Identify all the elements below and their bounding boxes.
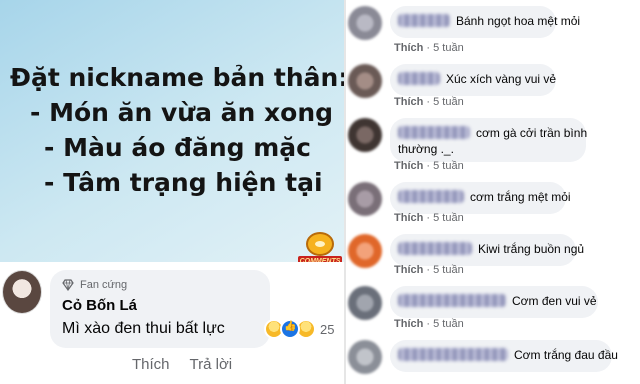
comment-text: Kiwi trắng buồn ngủ	[478, 242, 585, 256]
comment-meta: Thích · 5 tuần	[394, 264, 464, 276]
avatar[interactable]	[348, 286, 382, 320]
prompt-card: Đặt nickname bản thân: - Món ăn vừa ăn x…	[0, 0, 344, 268]
prompt-line-food: - Món ăn vừa ăn xong	[30, 98, 334, 127]
like-link[interactable]: Thích	[394, 212, 423, 224]
timestamp: 5 tuần	[433, 96, 464, 108]
comment-bubble: Bánh ngọt hoa mệt mỏi	[390, 6, 580, 38]
comment-list: Bánh ngọt hoa mệt mỏi Thích · 5 tuần Xúc…	[346, 0, 640, 384]
prompt-title: Đặt nickname bản thân:	[10, 63, 344, 92]
comment-meta: Thích · 5 tuần	[394, 212, 464, 224]
blurred-name	[398, 294, 506, 307]
blurred-name	[398, 190, 464, 203]
avatar[interactable]	[348, 64, 382, 98]
blurred-name	[398, 242, 472, 255]
reaction-count: 25	[320, 321, 335, 337]
comment-bubble: Xúc xích vàng vui vẻ	[390, 64, 556, 96]
comment-text: Cơm trắng đau đầu	[514, 348, 618, 362]
commenter-name[interactable]: Cỏ Bốn Lá	[62, 297, 137, 314]
comment-meta: Thích · 5 tuần	[394, 160, 464, 172]
reply-button[interactable]: Trả lời	[190, 356, 233, 373]
reactions[interactable]: 25	[264, 318, 334, 340]
blurred-name	[398, 14, 450, 27]
like-link[interactable]: Thích	[394, 42, 423, 54]
list-item: Cơm đen vui vẻ Thích · 5 tuần	[346, 284, 640, 342]
like-link[interactable]: Thích	[394, 96, 423, 108]
fan-badge: Fan cứng	[62, 278, 127, 292]
like-link[interactable]: Thích	[394, 264, 423, 276]
list-item: cơm gà cởi trần bình thường ._. Thích · …	[346, 116, 640, 174]
prompt-line-shirt-color: - Màu áo đăng mặc	[44, 133, 311, 162]
blurred-name	[398, 126, 470, 139]
timestamp: 5 tuần	[433, 212, 464, 224]
comment-text: Cơm đen vui vẻ	[512, 294, 597, 308]
avatar[interactable]	[348, 340, 382, 374]
comment-text: Bánh ngọt hoa mệt mỏi	[456, 14, 581, 28]
list-item: Kiwi trắng buồn ngủ Thích · 5 tuần	[346, 232, 640, 290]
comment-text: cơm trắng mệt mỏi	[470, 190, 571, 204]
like-reaction-icon	[280, 319, 300, 339]
left-post-panel: Đặt nickname bản thân: - Món ăn vừa ăn x…	[0, 0, 344, 384]
timestamp: 5 tuần	[433, 42, 464, 54]
avatar[interactable]	[348, 182, 382, 216]
list-item: Cơm trắng đau đầu	[346, 338, 640, 384]
avatar[interactable]	[348, 234, 382, 268]
comment-text: cơm gà cởi trần bình	[476, 126, 588, 140]
timestamp: 5 tuần	[433, 318, 464, 330]
featured-comment: Fan cứng Cỏ Bốn Lá Mì xào đen thui bất l…	[0, 262, 344, 384]
comment-meta: Thích · 5 tuần	[394, 318, 464, 330]
like-link[interactable]: Thích	[394, 160, 423, 172]
comment-actions: Thích Trả lời	[132, 356, 232, 373]
avatar[interactable]	[348, 6, 382, 40]
list-item: Xúc xích vàng vui vẻ Thích · 5 tuần	[346, 62, 640, 120]
like-link[interactable]: Thích	[394, 318, 423, 330]
prompt-line-mood: - Tâm trạng hiện tại	[44, 168, 323, 197]
list-item: Bánh ngọt hoa mệt mỏi Thích · 5 tuần	[346, 4, 640, 62]
blurred-name	[398, 348, 508, 361]
comment-bubble: Kiwi trắng buồn ngủ	[390, 234, 584, 266]
avatar[interactable]	[2, 270, 42, 314]
comment-text: Mì xào đen thui bất lực	[62, 320, 225, 337]
diamond-icon	[62, 279, 74, 291]
comment-bubble: cơm gà cởi trần bình thường ._.	[390, 118, 588, 162]
prompt-text: Đặt nickname bản thân: - Món ăn vừa ăn x…	[10, 60, 344, 200]
comment-meta: Thích · 5 tuần	[394, 96, 464, 108]
comment-text-line-2: thường ._.	[398, 142, 454, 156]
timestamp: 5 tuần	[433, 160, 464, 172]
timestamp: 5 tuần	[433, 264, 464, 276]
comment-meta: Thích · 5 tuần	[394, 42, 464, 54]
comment-bubble: Cơm trắng đau đầu	[390, 340, 618, 372]
logo-mark-icon	[306, 232, 334, 256]
fan-badge-label: Fan cứng	[80, 279, 128, 291]
comment-bubble: cơm trắng mệt mỏi	[390, 182, 571, 214]
blurred-name	[398, 72, 440, 85]
list-item: cơm trắng mệt mỏi Thích · 5 tuần	[346, 180, 640, 238]
comment-bubble: Cơm đen vui vẻ	[390, 286, 598, 318]
comment-bubble: Fan cứng Cỏ Bốn Lá Mì xào đen thui bất l…	[50, 270, 270, 348]
like-button[interactable]: Thích	[132, 356, 170, 373]
avatar[interactable]	[348, 118, 382, 152]
comment-text: Xúc xích vàng vui vẻ	[446, 72, 557, 86]
